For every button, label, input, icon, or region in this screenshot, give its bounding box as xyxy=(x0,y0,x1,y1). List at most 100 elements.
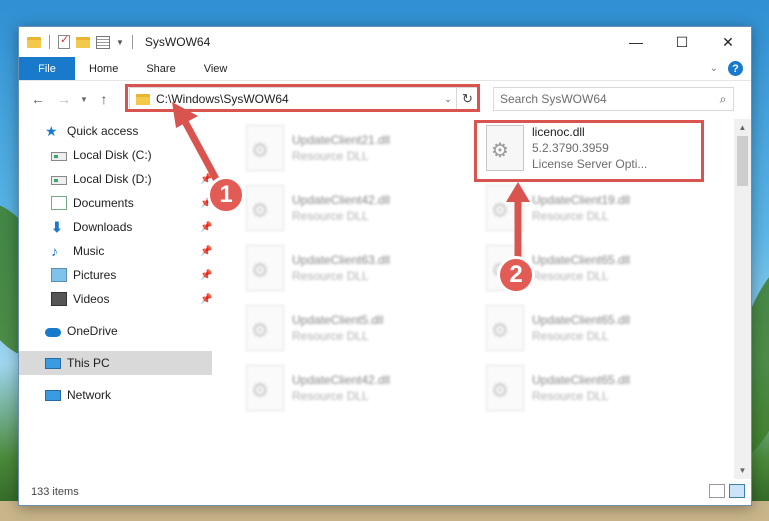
videos-icon xyxy=(51,292,67,306)
forward-button[interactable]: → xyxy=(51,91,77,107)
vertical-scrollbar[interactable]: ▲ ▼ xyxy=(734,119,751,479)
maximize-button[interactable]: ☐ xyxy=(659,27,705,57)
sidebar-item-pictures[interactable]: Pictures 📌 xyxy=(19,263,214,287)
sidebar-item-label: Videos xyxy=(73,292,110,306)
dll-file-icon xyxy=(486,365,524,411)
up-button[interactable]: ↑ xyxy=(91,91,117,107)
help-icon[interactable]: ? xyxy=(728,61,743,76)
file-description: Resource DLL xyxy=(292,389,369,403)
file-description: Resource DLL xyxy=(292,149,369,163)
sidebar-item-label: OneDrive xyxy=(67,324,118,338)
dll-file-icon xyxy=(246,185,284,231)
details-view-icon[interactable] xyxy=(709,484,725,498)
minimize-button[interactable]: — xyxy=(613,27,659,57)
tab-view[interactable]: View xyxy=(190,57,242,80)
file-description: Resource DLL xyxy=(532,329,609,343)
tab-file[interactable]: File xyxy=(19,57,75,80)
drive-icon xyxy=(51,176,67,185)
file-item[interactable]: UpdateClient21.dll Resource DLL xyxy=(246,119,476,177)
separator xyxy=(49,35,50,49)
file-item[interactable]: UpdateClient19.dll Resource DLL xyxy=(486,179,716,237)
network-icon xyxy=(45,389,61,401)
address-highlight-box xyxy=(125,84,480,112)
expand-ribbon-icon[interactable]: ⌄ xyxy=(710,63,718,74)
documents-icon xyxy=(51,196,67,210)
dll-file-icon xyxy=(486,185,524,231)
sidebar-item-onedrive[interactable]: OneDrive xyxy=(19,319,214,343)
file-item[interactable]: UpdateClient65.dll Resource DLL xyxy=(486,299,716,357)
file-description: Resource DLL xyxy=(532,209,609,223)
file-description: Resource DLL xyxy=(532,389,609,403)
drive-icon xyxy=(51,152,67,161)
file-highlight-box xyxy=(474,120,704,182)
music-icon: ♪ xyxy=(51,243,58,259)
download-icon: ⬇ xyxy=(51,219,63,235)
sidebar-item-label: Pictures xyxy=(73,268,117,282)
file-item[interactable]: UpdateClient65.dll Resource DLL xyxy=(486,359,716,417)
file-name: UpdateClient21.dll xyxy=(292,133,391,147)
sidebar-item-network[interactable]: Network xyxy=(19,383,214,407)
scroll-up-icon[interactable]: ▲ xyxy=(734,119,751,136)
sidebar-item-downloads[interactable]: ⬇ Downloads 📌 xyxy=(19,215,214,239)
sidebar-item-label: Network xyxy=(67,388,112,402)
tab-home[interactable]: Home xyxy=(75,57,132,80)
tab-share[interactable]: Share xyxy=(132,57,189,80)
quick-access-toolbar: ▼ SysWOW64 xyxy=(19,33,211,49)
sidebar-item-music[interactable]: ♪ Music 📌 xyxy=(19,239,214,263)
recent-locations-icon[interactable]: ▼ xyxy=(77,95,91,104)
pc-icon xyxy=(45,357,61,369)
item-count: 133 items xyxy=(31,486,79,498)
sidebar-item-local-disk-d[interactable]: Local Disk (D:) 📌 xyxy=(19,167,214,191)
file-item[interactable]: UpdateClient63.dll Resource DLL xyxy=(246,239,476,297)
sidebar-item-documents[interactable]: Documents 📌 xyxy=(19,191,214,215)
sidebar-item-label: Music xyxy=(73,244,105,258)
file-item[interactable]: UpdateClient5.dll Resource DLL xyxy=(246,299,476,357)
sidebar-item-quick-access[interactable]: ★ Quick access xyxy=(19,119,214,143)
dll-file-icon xyxy=(246,125,284,171)
file-name: UpdateClient42.dll xyxy=(292,193,391,207)
sidebar-item-label: Local Disk (D:) xyxy=(73,172,152,186)
file-item[interactable]: UpdateClient42.dll Resource DLL xyxy=(246,359,476,417)
navigation-pane: ★ Quick access Local Disk (C:) Local Dis… xyxy=(19,119,214,479)
window-title: SysWOW64 xyxy=(144,35,211,49)
file-name: UpdateClient65.dll xyxy=(532,313,631,327)
dll-file-icon xyxy=(246,245,284,291)
dll-file-icon xyxy=(246,305,284,351)
search-input[interactable] xyxy=(500,92,713,106)
file-description: Resource DLL xyxy=(292,209,369,223)
sidebar-item-this-pc[interactable]: This PC xyxy=(19,351,212,375)
search-box[interactable]: ⌕ xyxy=(493,87,734,111)
scroll-thumb[interactable] xyxy=(737,136,748,186)
window-controls: — ☐ ✕ xyxy=(613,27,751,57)
sidebar-item-videos[interactable]: Videos 📌 xyxy=(19,287,214,311)
ribbon-right: ⌄ ? xyxy=(710,61,743,76)
back-button[interactable]: ← xyxy=(25,91,51,107)
customize-icon[interactable] xyxy=(96,35,110,49)
qat-dropdown-icon[interactable]: ▼ xyxy=(116,38,124,47)
ribbon-tabs: File Home Share View ⌄ ? xyxy=(19,57,751,81)
pictures-icon xyxy=(51,268,67,282)
new-folder-icon[interactable] xyxy=(76,36,90,48)
pin-icon[interactable]: 📌 xyxy=(200,246,212,257)
file-name: UpdateClient5.dll xyxy=(292,313,384,327)
pin-icon[interactable]: 📌 xyxy=(200,294,212,305)
scroll-down-icon[interactable]: ▼ xyxy=(734,462,751,479)
step-badge-2: 2 xyxy=(497,256,535,294)
file-item[interactable]: UpdateClient42.dll Resource DLL xyxy=(246,179,476,237)
file-name: UpdateClient19.dll xyxy=(532,193,631,207)
sidebar-item-label: This PC xyxy=(67,356,110,370)
file-name: UpdateClient42.dll xyxy=(292,373,391,387)
sidebar-item-local-disk-c[interactable]: Local Disk (C:) xyxy=(19,143,214,167)
large-icons-view-icon[interactable] xyxy=(729,484,745,498)
view-toggle xyxy=(709,484,745,498)
properties-icon[interactable] xyxy=(58,33,70,49)
search-icon[interactable]: ⌕ xyxy=(713,92,733,107)
pin-icon[interactable]: 📌 xyxy=(200,222,212,233)
file-description: Resource DLL xyxy=(292,269,369,283)
folder-icon xyxy=(27,36,41,48)
file-name: UpdateClient65.dll xyxy=(532,373,631,387)
pin-icon[interactable]: 📌 xyxy=(200,270,212,281)
close-button[interactable]: ✕ xyxy=(705,27,751,57)
